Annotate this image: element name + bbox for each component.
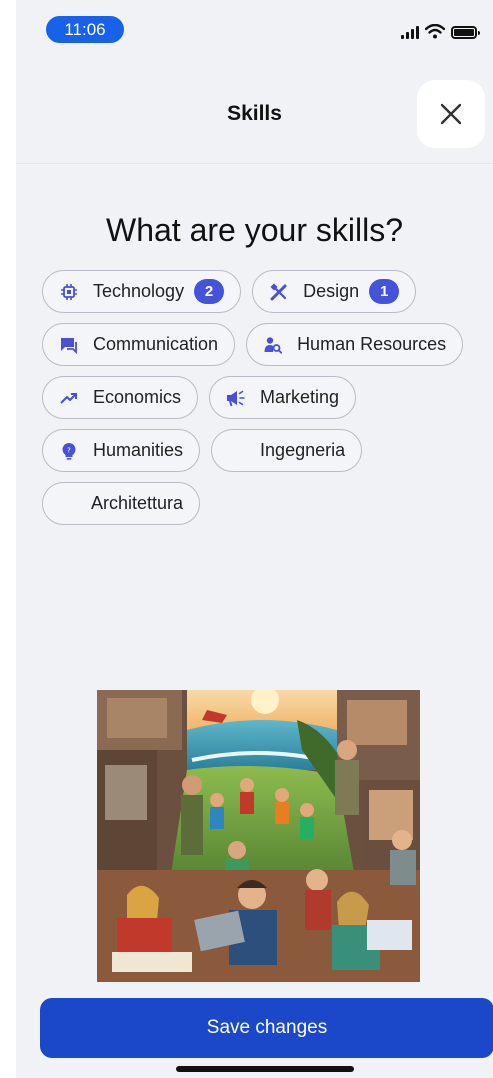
close-button[interactable] [417, 80, 485, 148]
battery-icon [451, 26, 480, 39]
close-icon [440, 103, 462, 125]
megaphone-icon [226, 388, 246, 408]
header: Skills [16, 60, 493, 164]
chip-architettura[interactable]: Architettura [42, 482, 201, 525]
chip-ingegneria[interactable]: Ingegneria [211, 429, 363, 472]
chip-label: Design [303, 281, 360, 301]
chip-label: Technology [93, 281, 185, 301]
chip-human-resources[interactable]: Human Resources [246, 323, 464, 366]
design-tools-icon [269, 282, 289, 302]
chip-label: Human Resources [297, 334, 447, 354]
chip-communication[interactable]: Communication [42, 323, 236, 366]
chip-economics[interactable]: Economics [42, 376, 199, 419]
skills-heading: What are your skills? [106, 212, 403, 248]
lightbulb-icon: ? [59, 441, 79, 461]
home-indicator [176, 1066, 354, 1072]
wifi-icon [425, 24, 445, 39]
status-bar: 11:06 [16, 0, 493, 60]
status-time: 11:06 [46, 16, 124, 43]
selected-count-badge: 2 [194, 279, 225, 304]
selected-count-badge: 1 [369, 279, 400, 304]
skills-illustration [97, 690, 420, 982]
chat-icon [59, 335, 79, 355]
status-icons [401, 24, 480, 39]
chip-design[interactable]: Design 1 [252, 270, 417, 313]
person-search-icon [263, 335, 283, 355]
chip-humanities[interactable]: ? Humanities [42, 429, 201, 472]
signal-icon [401, 25, 419, 39]
chip-label: Architettura [91, 493, 184, 513]
chip-label: Ingegneria [260, 440, 346, 460]
trend-up-icon [59, 388, 79, 408]
chip-icon [59, 282, 79, 302]
chip-label: Marketing [260, 387, 340, 407]
svg-text:?: ? [67, 446, 71, 454]
chip-label: Communication [93, 334, 219, 354]
skills-screen: 11:06 Skills What are your skills? Techn… [16, 0, 493, 1078]
chip-technology[interactable]: Technology 2 [42, 270, 242, 313]
save-changes-button[interactable]: Save changes [40, 998, 493, 1058]
chip-marketing[interactable]: Marketing [209, 376, 357, 419]
skill-chip-list: Technology 2 Design 1 Communication Huma… [42, 270, 482, 525]
chip-label: Humanities [93, 440, 184, 460]
chip-label: Economics [93, 387, 182, 407]
